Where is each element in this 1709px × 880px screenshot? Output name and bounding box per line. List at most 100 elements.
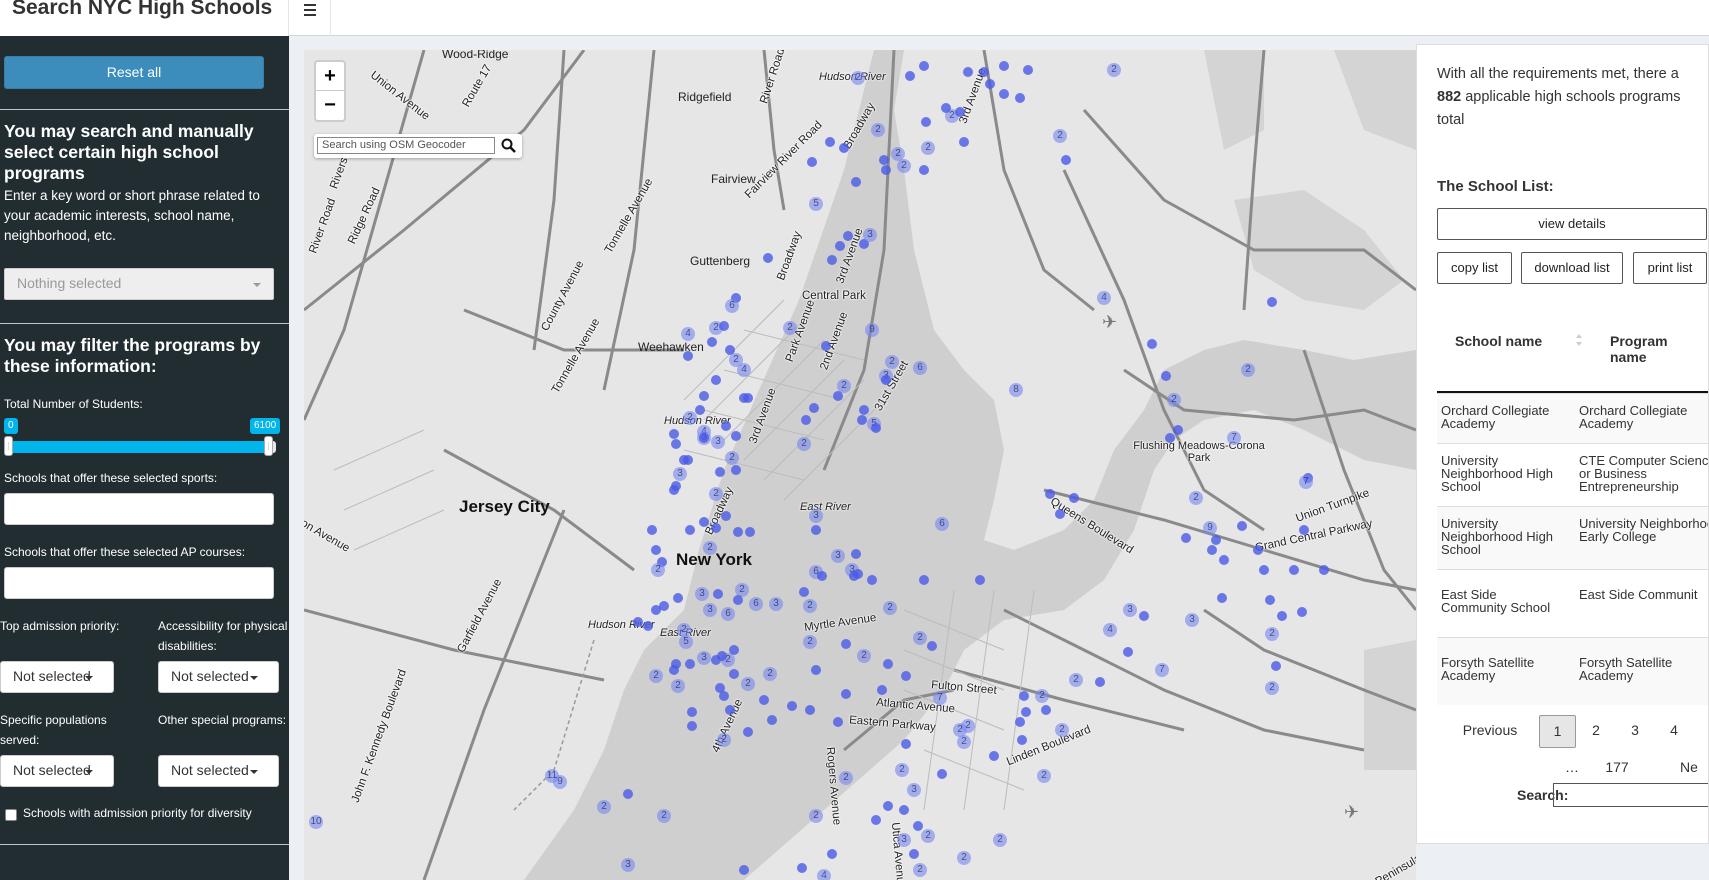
table-row[interactable]: Orchard Collegiate Academy Orchard Colle… <box>1437 393 1708 443</box>
school-marker[interactable] <box>1297 607 1307 617</box>
download-list-button[interactable]: download list <box>1521 252 1623 284</box>
school-marker[interactable] <box>881 375 891 385</box>
school-marker[interactable]: 3 <box>621 858 635 872</box>
school-marker[interactable] <box>1147 339 1157 349</box>
school-marker[interactable]: 2 <box>851 71 865 85</box>
table-row[interactable]: Forsyth Satellite Academy Forsyth Satell… <box>1437 637 1708 705</box>
school-marker[interactable] <box>1237 521 1247 531</box>
school-marker[interactable]: 2 <box>957 851 971 865</box>
school-marker[interactable] <box>1055 509 1065 519</box>
school-marker[interactable] <box>1217 593 1227 603</box>
school-marker[interactable]: 2 <box>837 379 851 393</box>
school-marker[interactable]: 4 <box>681 327 695 341</box>
school-marker[interactable]: 2 <box>957 735 971 749</box>
school-marker[interactable]: 2 <box>803 599 817 613</box>
school-marker[interactable] <box>687 721 697 731</box>
school-marker[interactable]: 2 <box>871 123 885 137</box>
school-marker[interactable] <box>763 253 773 263</box>
school-marker[interactable]: 2 <box>649 669 663 683</box>
zoom-in-button[interactable]: + <box>316 62 344 91</box>
school-marker[interactable]: 2 <box>709 487 723 501</box>
school-marker[interactable] <box>1015 93 1025 103</box>
school-marker[interactable]: 2 <box>657 809 671 823</box>
school-marker[interactable]: 4 <box>817 869 831 880</box>
school-marker[interactable] <box>809 403 819 413</box>
view-details-button[interactable]: view details <box>1437 208 1707 240</box>
school-marker[interactable] <box>651 605 661 615</box>
school-marker[interactable] <box>647 525 657 535</box>
school-marker[interactable]: 5 <box>679 635 693 649</box>
column-header-school[interactable]: School name <box>1455 333 1542 349</box>
school-marker[interactable] <box>811 525 821 535</box>
school-marker[interactable] <box>877 685 887 695</box>
school-marker[interactable]: 2 <box>1053 129 1067 143</box>
school-marker[interactable] <box>699 517 709 527</box>
school-marker[interactable]: 3 <box>907 783 921 797</box>
school-marker[interactable] <box>685 659 695 669</box>
school-marker[interactable] <box>699 433 709 443</box>
school-marker[interactable]: 2 <box>1189 491 1203 505</box>
school-marker[interactable] <box>707 337 717 347</box>
school-marker[interactable] <box>695 405 705 415</box>
school-marker[interactable] <box>1021 707 1031 717</box>
copy-list-button[interactable]: copy list <box>1437 252 1512 284</box>
school-marker[interactable] <box>985 79 995 89</box>
school-marker[interactable]: 2 <box>1069 673 1083 687</box>
school-marker[interactable] <box>817 571 827 581</box>
school-marker[interactable]: 2 <box>921 141 935 155</box>
school-marker[interactable]: 7 <box>1227 431 1241 445</box>
school-marker[interactable]: 2 <box>683 411 697 425</box>
school-marker[interactable]: 3 <box>897 833 911 847</box>
school-marker[interactable] <box>919 61 929 71</box>
school-marker[interactable] <box>1015 717 1025 727</box>
school-marker[interactable]: 2 <box>597 800 611 814</box>
school-marker[interactable] <box>1271 661 1281 671</box>
school-marker[interactable]: 2 <box>717 733 731 747</box>
school-marker[interactable]: 9 <box>1203 521 1217 535</box>
geocoder-input[interactable]: Search using OSM Geocoder <box>317 137 495 154</box>
school-marker[interactable] <box>1161 371 1171 381</box>
school-marker[interactable] <box>839 143 849 153</box>
school-marker[interactable] <box>937 769 947 779</box>
school-marker[interactable] <box>733 527 743 537</box>
school-marker[interactable] <box>871 815 881 825</box>
school-marker[interactable]: 2 <box>797 437 811 451</box>
school-marker[interactable] <box>683 351 693 361</box>
pagination-page[interactable]: 177 <box>1597 752 1637 785</box>
school-marker[interactable] <box>715 467 725 477</box>
school-marker[interactable] <box>1023 65 1033 75</box>
program-search-select[interactable]: Nothing selected <box>4 268 274 300</box>
school-marker[interactable] <box>827 255 837 265</box>
school-marker[interactable] <box>857 415 867 425</box>
school-marker[interactable]: 7 <box>933 691 947 705</box>
school-marker[interactable]: 2 <box>763 667 777 681</box>
school-marker[interactable]: 2 <box>895 763 909 777</box>
school-marker[interactable]: 2 <box>897 159 911 173</box>
school-marker[interactable]: 6 <box>721 607 735 621</box>
school-marker[interactable] <box>905 71 915 81</box>
ap-courses-input[interactable] <box>4 567 274 599</box>
pagination-page[interactable]: 1 <box>1539 715 1576 748</box>
school-marker[interactable] <box>731 431 741 441</box>
school-marker[interactable] <box>979 67 989 77</box>
school-marker[interactable]: 11 <box>545 769 559 783</box>
school-marker[interactable] <box>725 705 735 715</box>
school-marker[interactable]: 3 <box>673 467 687 481</box>
school-marker[interactable]: 2 <box>953 723 967 737</box>
school-marker[interactable]: 3 <box>863 228 877 242</box>
pagination-page[interactable]: 2 <box>1579 715 1613 748</box>
school-marker[interactable] <box>879 155 889 165</box>
school-marker[interactable]: 2 <box>1107 63 1121 77</box>
school-marker[interactable] <box>919 575 929 585</box>
school-marker[interactable] <box>1289 565 1299 575</box>
school-marker[interactable] <box>1041 705 1051 715</box>
school-marker[interactable] <box>717 651 727 661</box>
school-marker[interactable]: 2 <box>885 355 899 369</box>
school-marker[interactable]: 6 <box>935 517 949 531</box>
school-marker[interactable] <box>743 727 753 737</box>
school-marker[interactable] <box>871 423 881 433</box>
school-marker[interactable] <box>739 865 749 875</box>
school-marker[interactable] <box>851 177 861 187</box>
admission-priority-dropdown[interactable]: Not selected <box>0 661 114 693</box>
school-marker[interactable] <box>833 717 843 727</box>
